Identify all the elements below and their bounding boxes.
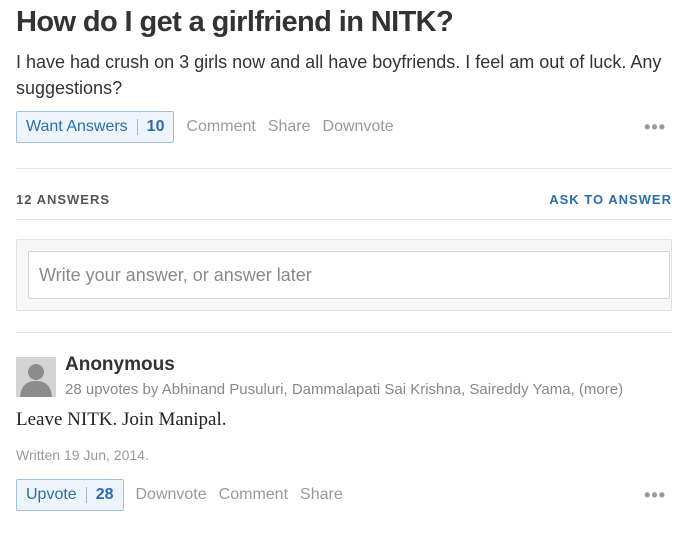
written-date[interactable]: Written 19 Jun, 2014. — [16, 447, 149, 463]
upvote-button[interactable]: Upvote 28 — [16, 479, 124, 511]
default-user-silhouette-icon — [16, 357, 56, 397]
ask-to-answer-link[interactable]: ASK TO ANSWER — [549, 192, 672, 207]
share-link[interactable]: Share — [300, 486, 343, 504]
answer-text: Leave NITK. Join Manipal. — [16, 409, 227, 430]
upvoters-line: 28 upvotes by Abhinand Pusuluri, Dammala… — [65, 381, 623, 398]
question-details: I have had crush on 3 girls now and all … — [16, 52, 662, 98]
answer-input[interactable] — [28, 251, 670, 299]
downvote-link[interactable]: Downvote — [323, 118, 394, 136]
share-link[interactable]: Share — [268, 118, 311, 136]
comment-link[interactable]: Comment — [219, 486, 288, 504]
comment-link[interactable]: Comment — [186, 118, 255, 136]
divider — [16, 168, 672, 169]
divider — [16, 219, 672, 220]
avatar[interactable] — [16, 357, 56, 397]
question-title[interactable]: How do I get a girlfriend in NITK? — [16, 6, 454, 39]
want-answers-count: 10 — [146, 118, 165, 135]
answers-count: 12 ANSWERS — [16, 192, 111, 207]
author-name[interactable]: Anonymous — [65, 354, 175, 376]
want-answers-label: Want Answers — [26, 118, 128, 135]
upvoters-text[interactable]: 28 upvotes by Abhinand Pusuluri, Dammala… — [65, 381, 575, 398]
downvote-link[interactable]: Downvote — [136, 486, 207, 504]
answer-actions: Upvote 28 Downvote Comment Share — [16, 479, 343, 511]
upvote-label: Upvote — [26, 486, 77, 503]
answer-editor-box — [16, 239, 672, 311]
upvote-count: 28 — [95, 486, 114, 503]
want-answers-button[interactable]: Want Answers 10 — [16, 111, 175, 143]
question-more-icon[interactable]: ••• — [644, 117, 666, 138]
upvoters-more-link[interactable]: (more) — [579, 381, 623, 398]
question-actions: Want Answers 10 Comment Share Downvote — [16, 111, 394, 143]
divider — [16, 332, 672, 333]
answer-more-icon[interactable]: ••• — [644, 485, 666, 506]
